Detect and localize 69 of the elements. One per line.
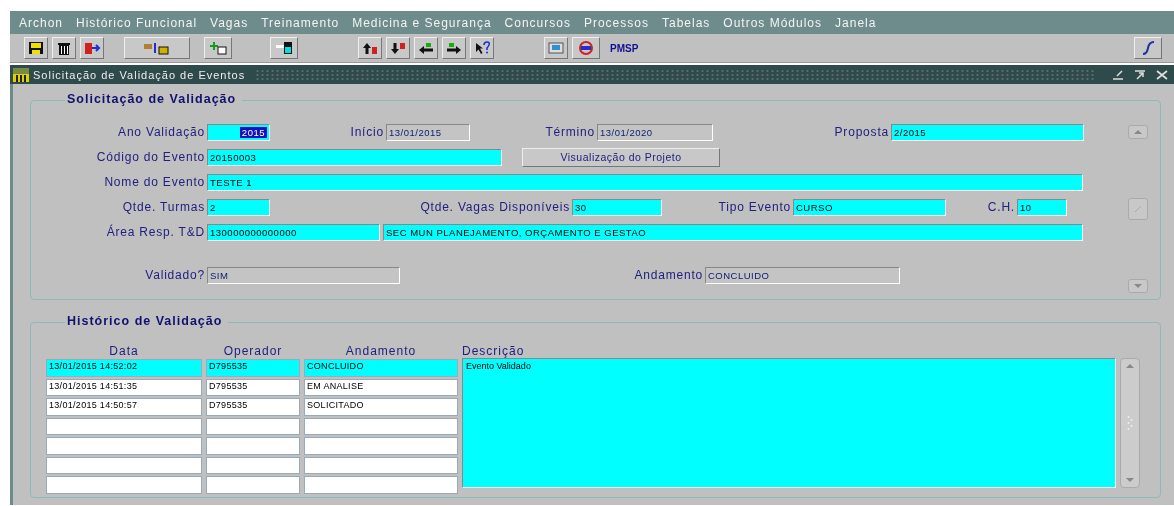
input-field[interactable]: 13/01/2020 bbox=[597, 123, 713, 141]
field-label: Qtde. Vagas Disponíveis bbox=[419, 200, 571, 214]
script-f-icon[interactable] bbox=[1134, 37, 1162, 59]
input-field[interactable]: 10 bbox=[1017, 198, 1067, 216]
input-field[interactable]: 30 bbox=[572, 198, 662, 216]
column-header: Descrição bbox=[462, 345, 526, 357]
field-label: Código do Evento bbox=[95, 150, 206, 164]
input-field[interactable]: CONCLUIDO bbox=[705, 266, 900, 284]
close-icon[interactable] bbox=[1156, 69, 1168, 80]
input-field[interactable]: 130000000000000 bbox=[207, 223, 380, 241]
field-label: Andamento bbox=[633, 268, 704, 282]
arrow-down-icon[interactable] bbox=[386, 37, 410, 59]
exit-icon[interactable] bbox=[80, 37, 104, 59]
field-label: Validado? bbox=[144, 268, 206, 282]
grip-icon[interactable] bbox=[1127, 415, 1133, 431]
input-field[interactable]: 20150003 bbox=[207, 148, 502, 166]
table-cell: D795535 bbox=[206, 359, 300, 377]
add-record-icon[interactable] bbox=[204, 37, 232, 59]
logo-icon[interactable] bbox=[572, 37, 600, 59]
arrow-right-icon[interactable] bbox=[442, 37, 466, 59]
input-field[interactable]: TESTE 1 bbox=[207, 173, 1083, 191]
input-field[interactable]: SIM bbox=[207, 266, 400, 284]
field-label: Término bbox=[544, 125, 596, 139]
input-field[interactable]: 2/2015 bbox=[891, 123, 1084, 141]
triangle-up-icon bbox=[1133, 129, 1143, 135]
section-title: Solicitação de Validação bbox=[65, 92, 243, 106]
field-label: Área Resp. T&D bbox=[105, 225, 206, 239]
window-title: Solicitação de Validação de Eventos bbox=[33, 68, 246, 81]
query-icon[interactable] bbox=[124, 37, 190, 59]
trash-icon[interactable] bbox=[52, 37, 76, 59]
save-icon[interactable] bbox=[24, 37, 48, 59]
input-field[interactable]: 2015 bbox=[207, 123, 270, 141]
minimize-icon[interactable] bbox=[1112, 69, 1124, 80]
input-field[interactable]: CURSO bbox=[793, 198, 946, 216]
section-title: Histórico de Validação bbox=[65, 314, 229, 328]
arrow-left-icon[interactable] bbox=[414, 37, 438, 59]
field-label: Início bbox=[349, 125, 385, 139]
table-cell: D795535 bbox=[206, 398, 300, 416]
table-cell: EM ANALISE bbox=[304, 378, 458, 396]
document-icon[interactable] bbox=[544, 37, 568, 59]
field-label: Ano Validação bbox=[117, 125, 206, 139]
input-field[interactable]: 13/01/2015 bbox=[386, 123, 470, 141]
field-label: Nome do Evento bbox=[103, 175, 206, 189]
description-field[interactable]: Evento Validado bbox=[462, 358, 1116, 488]
column-header: Data bbox=[108, 344, 140, 358]
scrollbar[interactable] bbox=[1120, 358, 1140, 488]
field-label: Qtde. Turmas bbox=[121, 200, 206, 214]
table-cell: CONCLUIDO bbox=[304, 359, 458, 377]
maximize-icon[interactable] bbox=[1134, 69, 1146, 80]
field-label: Tipo Evento bbox=[717, 200, 792, 214]
brand-label: PMSP bbox=[610, 42, 639, 54]
table-cell: 13/01/2015 14:52:02 bbox=[46, 359, 202, 377]
project-button[interactable]: Visualização do Projeto bbox=[522, 147, 720, 167]
table-cell: SOLICITADO bbox=[304, 398, 458, 416]
floppy-icon[interactable] bbox=[270, 37, 298, 59]
field-label: Proposta bbox=[833, 125, 890, 139]
line-icon bbox=[1133, 205, 1143, 213]
triangle-down-icon bbox=[1133, 283, 1143, 289]
input-field[interactable]: SEC MUN PLANEJAMENTO, ORÇAMENTO E GESTAO bbox=[383, 223, 1083, 241]
field-label: C.H. bbox=[986, 200, 1016, 214]
window-icon bbox=[13, 67, 29, 82]
help-pointer-icon[interactable] bbox=[470, 37, 494, 59]
arrow-up-icon[interactable] bbox=[358, 37, 382, 59]
column-header: Operador bbox=[222, 344, 284, 358]
table-cell: 13/01/2015 14:50:57 bbox=[46, 398, 202, 416]
column-header: Andamento bbox=[344, 344, 418, 358]
input-field[interactable]: 2 bbox=[207, 198, 270, 216]
table-cell: D795535 bbox=[206, 378, 300, 396]
table-cell: 13/01/2015 14:51:35 bbox=[46, 378, 202, 396]
